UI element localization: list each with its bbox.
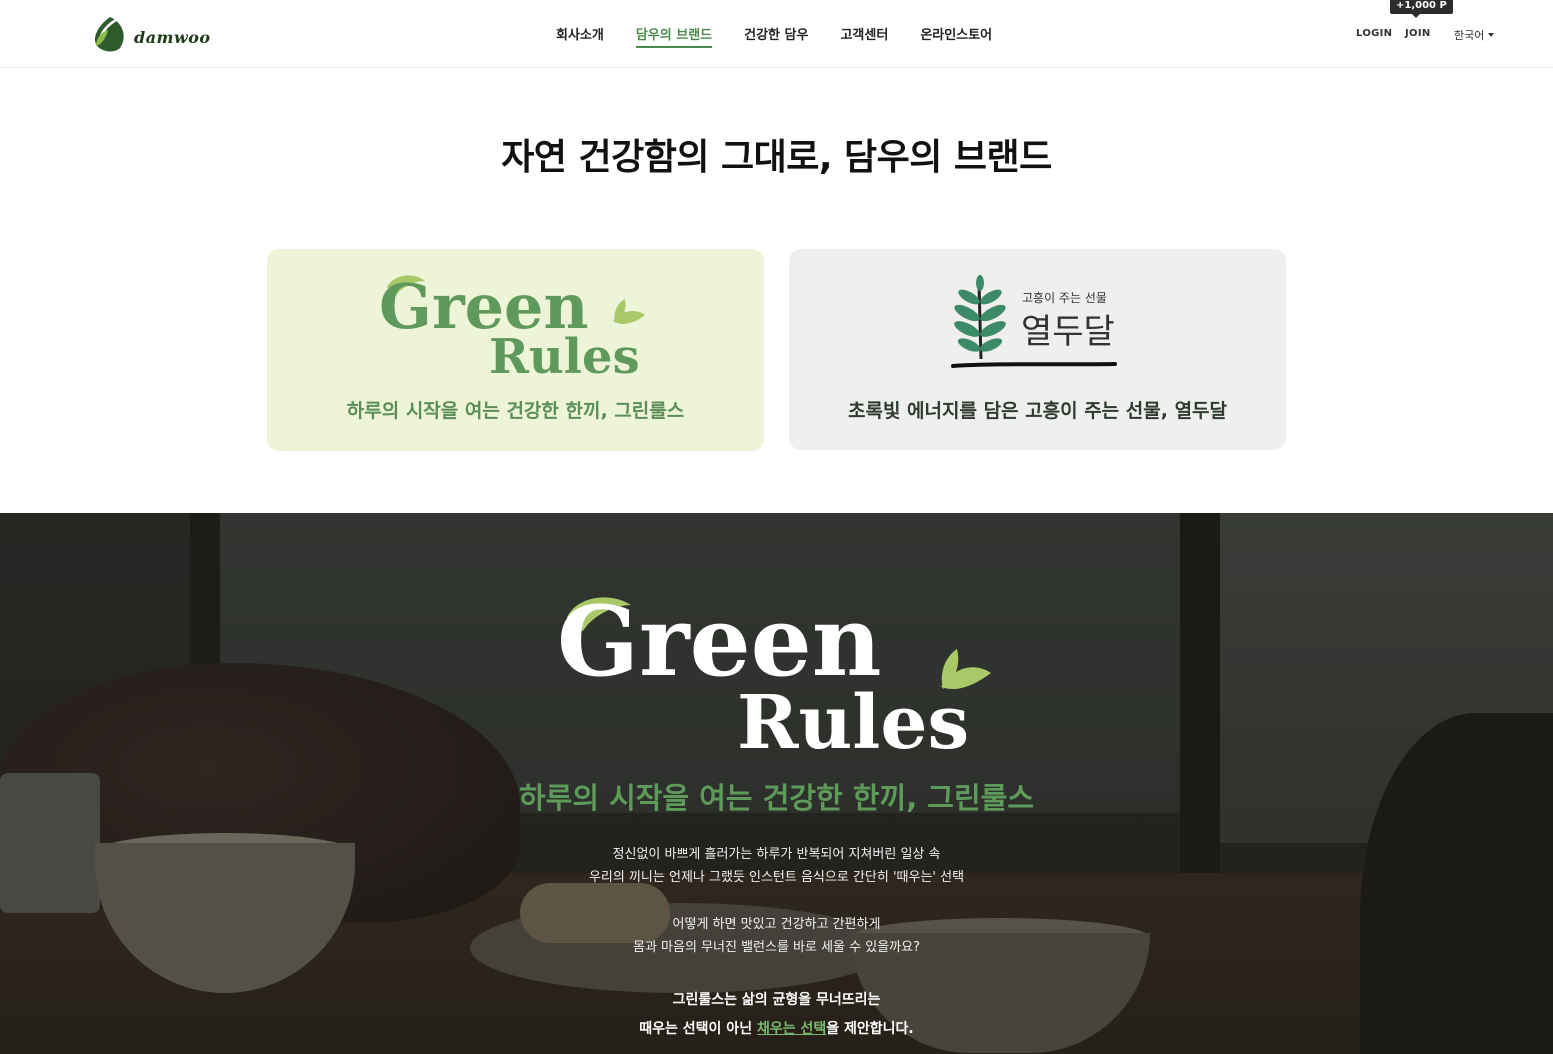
feature-paragraph-1-line-1: 정신없이 바쁘게 흘러가는 하루가 반복되어 지쳐버린 일상 속 <box>612 847 941 862</box>
fern-icon <box>954 275 1006 360</box>
feature-paragraph-2-line-1: 어떻게 하면 맛있고 건강하고 간편하게 <box>672 917 881 932</box>
feature-paragraph-2: 어떻게 하면 맛있고 건강하고 간편하게 몸과 마음의 무너진 밸런스를 바로 … <box>0 913 1553 959</box>
join-points-badge: +1,000 P <box>1390 0 1453 18</box>
feature-tagline: 하루의 시작을 여는 건강한 한끼, 그린룰스 <box>518 781 1035 815</box>
yeoldudal-tagline: 초록빛 에너지를 담은 고흥이 주는 선물, 열두달 <box>847 400 1228 422</box>
nav-online-store[interactable]: 온라인스토어 <box>904 0 1008 68</box>
yeoldudal-logo: 고흥이 주는 선물 열두달 <box>951 275 1117 368</box>
feature-paragraph-3-post: 을 제안합니다. <box>826 1021 914 1037</box>
language-label: 한국어 <box>1454 29 1485 42</box>
feature-paragraph-1-line-2: 우리의 끼니는 언제나 그랬듯 인스턴트 음식으로 간단히 '때우는' 선택 <box>588 870 965 885</box>
green-rules-large-logo: Green Rules <box>557 593 991 758</box>
feature-paragraph-3-line-2: 때우는 선택이 아닌 채우는 선택을 제안합니다. <box>0 1015 1553 1044</box>
green-rules-tagline: 하루의 시작을 여는 건강한 한끼, 그린룰스 <box>346 400 685 422</box>
nav-healthy-damwoo[interactable]: 건강한 담우 <box>728 0 824 68</box>
yeoldudal-subtitle: 고흥이 주는 선물 <box>1022 291 1107 305</box>
join-link[interactable]: JOIN <box>1405 28 1431 39</box>
feature-paragraph-2-line-2: 몸과 마음의 무너진 밸런스를 바로 세울 수 있을까요? <box>633 940 920 955</box>
green-rules-word2: Rules <box>489 329 640 383</box>
damwoo-logo[interactable]: damwoo <box>90 14 211 54</box>
feature-paragraph-3: 그린룰스는 삶의 균형을 무너뜨리는 때우는 선택이 아닌 채우는 선택을 제안… <box>0 986 1553 1044</box>
feature-logo-word2: Rules <box>737 680 969 758</box>
feature-paragraph-3-pre: 때우는 선택이 아닌 <box>639 1021 757 1037</box>
login-link[interactable]: LOGIN <box>1356 28 1392 39</box>
caret-down-icon <box>1488 33 1495 37</box>
brand-card-green-rules[interactable]: Green Rules 하루의 시작을 여는 건강한 한끼, 그린룰스 <box>267 249 764 451</box>
nav-brands[interactable]: 담우의 브랜드 <box>620 0 728 68</box>
green-rules-feature: Green Rules 하루의 시작을 여는 건강한 한끼, 그린룰스 정신없이… <box>0 513 1553 1054</box>
yeoldudal-title: 열두달 <box>1021 312 1115 352</box>
green-rules-logo: Green Rules <box>379 273 645 383</box>
page-title: 자연 건강함의 그대로, 담우의 브랜드 <box>501 137 1052 178</box>
nav-company[interactable]: 회사소개 <box>540 0 620 68</box>
main-nav: 회사소개 담우의 브랜드 건강한 담우 고객센터 온라인스토어 <box>540 0 1008 68</box>
brand-card-yeoldudal[interactable]: 고흥이 주는 선물 열두달 초록빛 에너지를 담은 고흥이 주는 선물, 열두달 <box>789 249 1286 450</box>
leaf-logo-icon <box>94 17 124 52</box>
feature-paragraph-3-line-1: 그린룰스는 삶의 균형을 무너뜨리는 <box>672 992 881 1008</box>
fill-choice-highlight: 채우는 선택 <box>756 1021 827 1037</box>
nav-customer-center[interactable]: 고객센터 <box>824 0 904 68</box>
logo-wordmark: damwoo <box>134 27 211 47</box>
language-select[interactable]: 한국어 <box>1454 27 1495 43</box>
site-header: damwoo 회사소개 담우의 브랜드 건강한 담우 고객센터 온라인스토어 L… <box>0 0 1553 68</box>
feature-paragraph-1: 정신없이 바쁘게 흘러가는 하루가 반복되어 지쳐버린 일상 속 우리의 끼니는… <box>0 843 1553 889</box>
